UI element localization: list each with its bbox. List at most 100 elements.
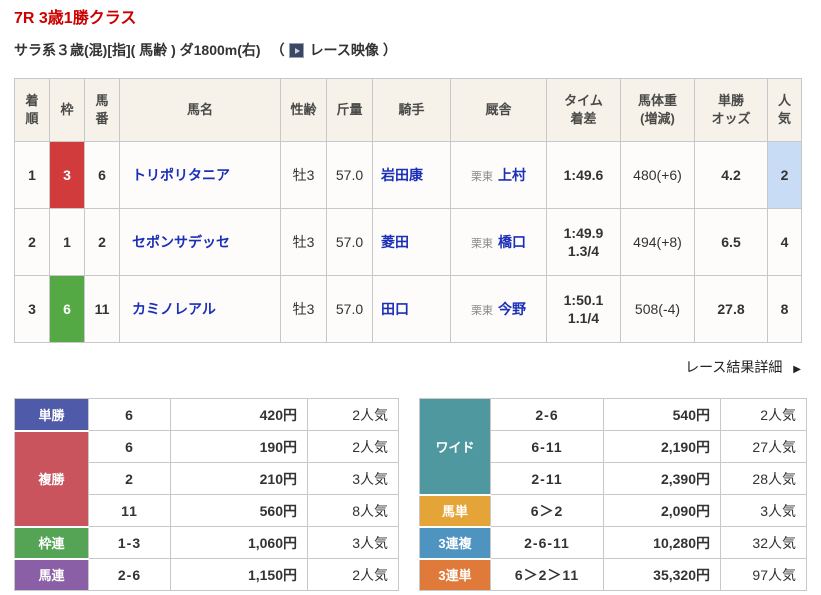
- weight-carried: 57.0: [326, 141, 373, 209]
- horse-name-link[interactable]: セポンサデッセ: [132, 234, 230, 250]
- result-row-2: 2 1 2 セポンサデッセ 牡3 57.0 菱田 栗東 橋口 1:49.9 1.3…: [14, 208, 802, 276]
- payout-popularity: 2人気: [720, 398, 807, 431]
- finish-order: 2: [14, 208, 50, 276]
- payout-label-win: 単勝: [14, 398, 89, 432]
- payout-combo: 2-6-11: [490, 526, 604, 559]
- payout-row: 枠連 1-3 1,060円 3人気: [14, 525, 399, 560]
- win-odds: 4.2: [694, 141, 768, 209]
- finish-margin: 1.1/4: [567, 310, 600, 326]
- result-row-3: 3 6 11 カミノレアル 牡3 57.0 田口 栗東 今野 1:50.1 1.1…: [14, 275, 802, 343]
- payout-popularity: 28人気: [720, 462, 807, 495]
- payout-amount: 1,060円: [170, 526, 308, 559]
- payout-combo: 2-11: [490, 462, 604, 495]
- payout-popularity: 97人気: [720, 558, 807, 591]
- col-win-odds: 単勝 オッズ: [694, 78, 768, 142]
- popularity: 2: [767, 141, 802, 209]
- payout-row: 馬単 6＞2 2,090円 3人気: [419, 493, 807, 528]
- time-margin-cell: 1:49.6: [546, 141, 621, 209]
- weight-carried: 57.0: [326, 208, 373, 276]
- payout-row: 複勝 6 190円 2人気: [14, 429, 399, 528]
- payout-combo: 6: [88, 398, 171, 431]
- horse-number: 2: [84, 208, 120, 276]
- race-conditions-row: サラ系３歳(混)[指]( 馬齢 ) ダ1800m(右) （ レース映像 ）: [14, 39, 807, 61]
- body-weight: 480(+6): [620, 141, 695, 209]
- payout-amount: 210円: [170, 462, 308, 495]
- payout-amount: 2,090円: [603, 494, 721, 527]
- stable-cell: 栗東 上村: [450, 141, 547, 209]
- trainer-link[interactable]: 今野: [498, 301, 526, 317]
- payout-row: 馬連 2-6 1,150円 2人気: [14, 557, 399, 591]
- race-video-link[interactable]: レース映像: [288, 39, 379, 61]
- col-horse-number: 馬 番: [84, 78, 120, 142]
- result-header-row: 着 順 枠 馬 番 馬名 性齢 斤量 騎手 厩舎 タイム 着差 馬体重 (増減)…: [14, 78, 802, 142]
- payout-combo: 6＞2: [490, 494, 604, 527]
- horse-number: 11: [84, 275, 120, 343]
- paren-close: ）: [382, 42, 397, 58]
- finish-margin: 1.3/4: [567, 243, 600, 259]
- payout-combo: 6: [88, 430, 171, 463]
- col-popularity: 人 気: [767, 78, 802, 142]
- payout-combo: 2-6: [88, 558, 171, 591]
- payout-label-wide: ワイド: [419, 398, 491, 496]
- chevron-right-icon: ▶: [793, 364, 801, 375]
- finish-time: 1:50.1: [563, 291, 604, 308]
- payout-row: 3連単 6＞2＞11 35,320円 97人気: [419, 557, 807, 591]
- payout-popularity: 8人気: [307, 494, 399, 527]
- payout-table-left: 単勝 6 420円 2人気 複勝 6 190円 2人気 2 210円 3人気 1…: [14, 398, 399, 591]
- col-weight-carried: 斤量: [326, 78, 373, 142]
- payout-label-quinella: 馬連: [14, 557, 89, 591]
- result-row-1: 1 3 6 トリポリタニア 牡3 57.0 岩田康 栗東 上村 1:49.6 48…: [14, 141, 802, 209]
- payout-combo: 2: [88, 462, 171, 495]
- paren-open: （: [270, 42, 285, 58]
- col-sex-age: 性齢: [280, 78, 327, 142]
- play-video-icon: [288, 42, 304, 58]
- payout-row: 3連複 2-6-11 10,280円 32人気: [419, 525, 807, 560]
- race-title: 7R 3歳1勝クラス: [14, 10, 137, 27]
- payout-popularity: 32人気: [720, 526, 807, 559]
- horse-name-link[interactable]: カミノレアル: [132, 301, 216, 317]
- col-stable: 厩舎: [450, 78, 547, 142]
- payout-label-exacta: 馬単: [419, 493, 491, 528]
- time-margin-cell: 1:49.9 1.3/4: [546, 208, 621, 276]
- race-result-page: 7R 3歳1勝クラス サラ系３歳(混)[指]( 馬齢 ) ダ1800m(右) （…: [0, 0, 821, 591]
- stable-region: 栗東: [471, 238, 493, 250]
- payout-amount: 1,150円: [170, 558, 308, 591]
- payout-amount: 2,390円: [603, 462, 721, 495]
- col-horse-name: 馬名: [119, 78, 281, 142]
- horse-name-link[interactable]: トリポリタニア: [132, 167, 230, 183]
- payout-popularity: 3人気: [720, 494, 807, 527]
- sex-age: 牡3: [280, 141, 327, 209]
- trainer-link[interactable]: 上村: [498, 167, 526, 183]
- payout-table-right: ワイド 2-6 540円 2人気 6-11 2,190円 27人気 2-11 2…: [419, 398, 807, 591]
- body-weight: 508(-4): [620, 275, 695, 343]
- col-frame: 枠: [49, 78, 85, 142]
- detail-link-row: レース結果詳細 ▶: [14, 357, 801, 377]
- stable-region: 栗東: [471, 171, 493, 183]
- stable-cell: 栗東 橋口: [450, 208, 547, 276]
- race-result-detail-link[interactable]: レース結果詳細 ▶: [685, 359, 801, 375]
- weight-carried: 57.0: [326, 275, 373, 343]
- finish-order: 3: [14, 275, 50, 343]
- stable-cell: 栗東 今野: [450, 275, 547, 343]
- payout-amount: 2,190円: [603, 430, 721, 463]
- popularity: 4: [767, 208, 802, 276]
- payout-popularity: 3人気: [307, 526, 399, 559]
- race-result-table: 着 順 枠 馬 番 馬名 性齢 斤量 騎手 厩舎 タイム 着差 馬体重 (増減)…: [14, 78, 802, 343]
- jockey-link[interactable]: 菱田: [381, 234, 409, 250]
- col-finish-order: 着 順: [14, 78, 50, 142]
- frame-number: 3: [49, 141, 85, 209]
- popularity: 8: [767, 275, 802, 343]
- jockey-link[interactable]: 岩田康: [381, 167, 423, 183]
- payout-amount: 190円: [170, 430, 308, 463]
- payout-popularity: 2人気: [307, 558, 399, 591]
- col-jockey: 騎手: [372, 78, 451, 142]
- payout-amount: 420円: [170, 398, 308, 431]
- frame-number: 1: [49, 208, 85, 276]
- trainer-link[interactable]: 橋口: [498, 234, 526, 250]
- horse-number: 6: [84, 141, 120, 209]
- payout-popularity: 27人気: [720, 430, 807, 463]
- jockey-link[interactable]: 田口: [381, 301, 409, 317]
- sex-age: 牡3: [280, 208, 327, 276]
- payout-amount: 560円: [170, 494, 308, 527]
- payout-label-bracket-quinella: 枠連: [14, 525, 89, 560]
